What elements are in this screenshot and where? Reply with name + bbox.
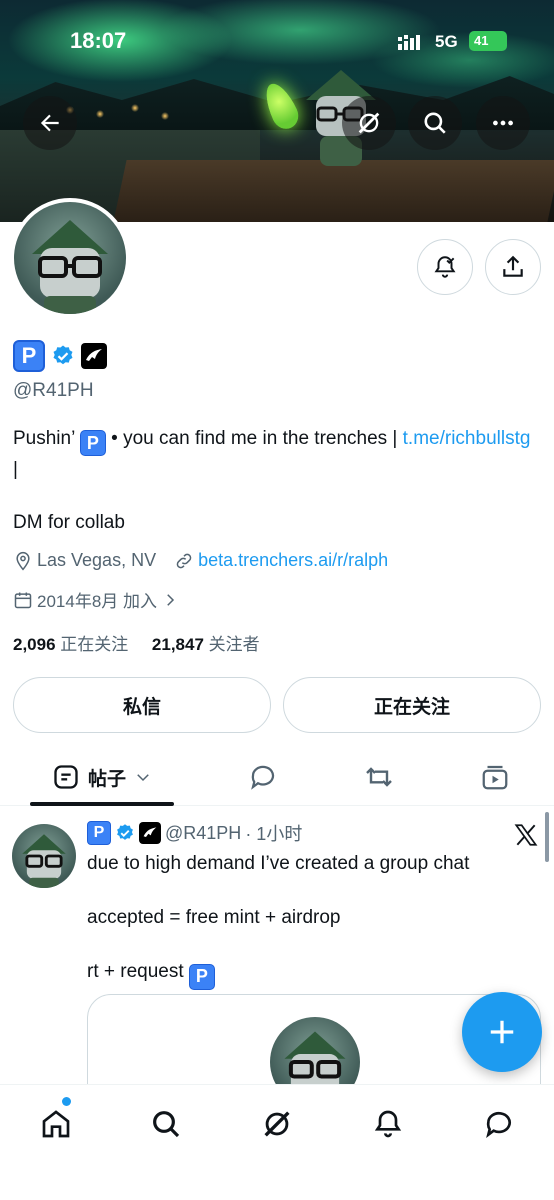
joined-row[interactable]: 2014年8月 加入 <box>13 587 179 612</box>
bell-check-icon <box>434 256 456 278</box>
nav-messages[interactable] <box>474 1099 524 1149</box>
search-icon <box>424 112 446 134</box>
post-line-2: accepted = free mint + airdrop <box>87 907 341 928</box>
tab-reposts[interactable] <box>352 748 406 806</box>
search-button[interactable] <box>408 96 462 150</box>
following-label: 正在关注 <box>60 635 129 654</box>
following-link[interactable]: 2,096 正在关注 <box>13 635 128 654</box>
share-button[interactable] <box>485 239 541 295</box>
bio-badge: P <box>79 430 106 456</box>
avatar-image <box>32 220 108 314</box>
scrollbar[interactable] <box>545 812 549 862</box>
following-count: 2,096 <box>13 635 56 654</box>
post-line-3-badge: P <box>188 963 215 990</box>
post-header: P @R41PH · 1小时 <box>87 820 302 846</box>
media-icon <box>482 765 508 790</box>
tab-posts-label: 帖子 <box>87 768 126 790</box>
posts-icon <box>54 765 78 789</box>
verified-icon[interactable] <box>51 344 75 368</box>
nav-home[interactable] <box>31 1099 81 1149</box>
message-button[interactable]: 私信 <box>13 677 271 733</box>
more-button[interactable] <box>476 96 530 150</box>
profile-bio: Pushin’ P • you can find me in the trenc… <box>13 425 533 484</box>
post-line-3: rt + request P <box>87 958 469 990</box>
bell-icon <box>374 1110 402 1138</box>
location-text: Las Vegas, NV <box>37 550 157 570</box>
post-name-badge: P <box>87 821 111 845</box>
post-line-1: due to high demand I’ve created a group … <box>87 853 470 874</box>
message-icon <box>486 1111 511 1138</box>
post-line-3-text: rt + request <box>87 961 189 982</box>
compose-button[interactable] <box>462 992 542 1072</box>
status-bar: 18:07 5G 41 <box>0 0 554 80</box>
location-icon <box>16 551 30 570</box>
profile-handle: @R41PH <box>13 380 94 401</box>
calendar-icon <box>14 592 32 608</box>
display-name-badge: P <box>13 340 45 372</box>
tab-posts[interactable]: 帖子 <box>30 748 174 806</box>
followers-count: 21,847 <box>151 635 204 654</box>
post-avatar[interactable] <box>12 824 76 888</box>
grok-button[interactable] <box>342 96 396 150</box>
quoted-avatar <box>270 1017 360 1086</box>
verified-icon <box>117 824 133 840</box>
post-avatar-image <box>22 834 66 888</box>
grok-icon <box>358 112 380 134</box>
post-time: · 1小时 <box>245 824 303 844</box>
profile-avatar[interactable] <box>10 198 130 318</box>
search-icon <box>153 1111 180 1138</box>
bio-text-start: Pushin’ <box>13 428 75 449</box>
tab-replies[interactable] <box>236 748 290 806</box>
bio-dm-line: DM for collab <box>13 512 125 533</box>
more-icon <box>493 120 513 126</box>
notify-button[interactable] <box>417 239 473 295</box>
bio-text-end: | <box>13 459 18 480</box>
website-link[interactable]: beta.trenchers.ai/r/ralph <box>198 550 388 571</box>
followers-label: 关注者 <box>208 635 260 654</box>
bottom-nav <box>0 1084 554 1200</box>
affiliate-badge-icon[interactable] <box>81 343 107 369</box>
home-icon <box>42 1110 70 1138</box>
bio-telegram-link[interactable]: t.me/richbullstg <box>403 428 531 449</box>
reply-icon <box>251 765 275 790</box>
profile-meta: Las Vegas, NV beta.trenchers.ai/r/ralph <box>13 550 388 571</box>
plus-icon <box>490 1020 514 1044</box>
tab-media[interactable] <box>468 748 522 806</box>
battery-indicator: 41 <box>469 31 507 51</box>
chevron-down-icon <box>137 774 149 782</box>
nav-search[interactable] <box>141 1099 191 1149</box>
arrow-left-icon <box>40 114 59 132</box>
chevron-right-icon <box>167 593 175 606</box>
joined-text: 2014年8月 加入 <box>37 592 157 611</box>
home-notification-dot <box>62 1097 71 1106</box>
status-time: 18:07 <box>70 28 127 53</box>
profile-tabs: 帖子 <box>0 748 554 806</box>
share-icon <box>503 255 523 277</box>
link-icon <box>176 553 192 568</box>
banner-lights <box>60 100 180 130</box>
follow-counts: 2,096 正在关注 21,847 关注者 <box>13 630 260 655</box>
nav-grok[interactable] <box>252 1099 302 1149</box>
bio-text-middle: • you can find me in the trenches | <box>105 428 403 449</box>
repost-icon <box>366 767 392 787</box>
nav-notifications[interactable] <box>363 1099 413 1149</box>
post-text: due to high demand I’ve created a group … <box>87 850 469 1017</box>
network-type: 5G <box>435 32 458 51</box>
back-button[interactable] <box>23 96 77 150</box>
following-button[interactable]: 正在关注 <box>283 677 541 733</box>
name-row: P <box>13 340 107 372</box>
affiliate-badge-icon <box>139 822 161 844</box>
x-logo-icon <box>514 824 538 846</box>
grok-icon <box>264 1111 290 1137</box>
followers-link[interactable]: 21,847 关注者 <box>152 635 260 654</box>
post-handle: @R41PH <box>165 822 242 843</box>
signal-icon <box>398 35 420 50</box>
